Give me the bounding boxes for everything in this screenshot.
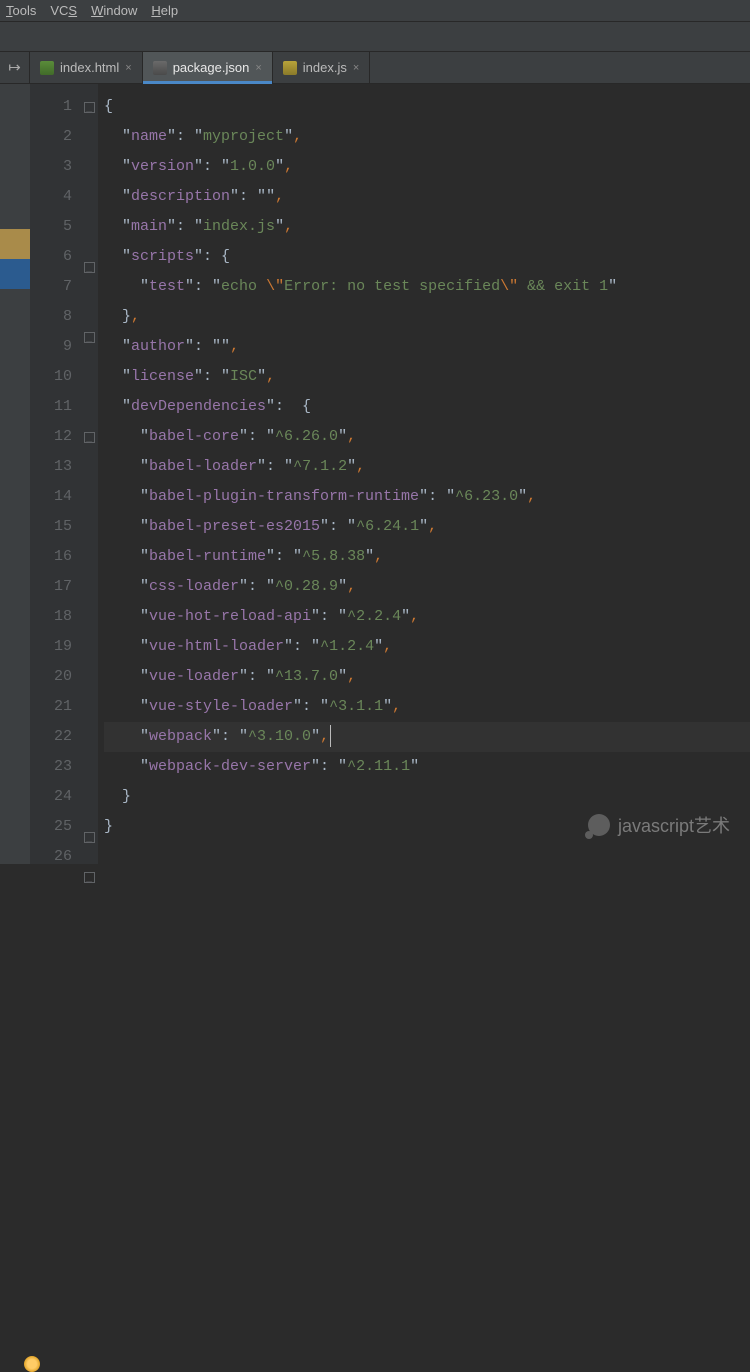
wechat-icon	[588, 814, 610, 836]
tab-index-js[interactable]: index.js ×	[273, 52, 371, 83]
code-line: "babel-core": "^6.26.0",	[104, 422, 750, 452]
code-line: "devDependencies": {	[104, 392, 750, 422]
tab-package-json[interactable]: package.json ×	[143, 52, 273, 83]
code-line: "vue-hot-reload-api": "^2.2.4",	[104, 602, 750, 632]
watermark-text: javascript艺术	[618, 812, 730, 838]
line-number: 11	[30, 392, 72, 422]
line-number: 24	[30, 782, 72, 812]
fold-toggle-icon[interactable]	[84, 332, 95, 343]
line-number: 6	[30, 242, 72, 272]
code-line: {	[104, 92, 750, 122]
line-number: 26	[30, 842, 72, 872]
line-number: 15	[30, 512, 72, 542]
code-line: "test": "echo \"Error: no test specified…	[104, 272, 750, 302]
code-line: "description": "",	[104, 182, 750, 212]
close-icon[interactable]: ×	[125, 62, 131, 74]
code-line: "version": "1.0.0",	[104, 152, 750, 182]
fold-toggle-icon[interactable]	[84, 102, 95, 113]
line-number: 12	[30, 422, 72, 452]
tab-index-html[interactable]: index.html ×	[30, 52, 143, 83]
line-number: 8	[30, 302, 72, 332]
code-line: "babel-preset-es2015": "^6.24.1",	[104, 512, 750, 542]
fold-toggle-icon[interactable]	[84, 872, 95, 883]
line-number: 3	[30, 152, 72, 182]
editor: 1234567891011121314151617181920212223242…	[0, 84, 750, 864]
code-line: "scripts": {	[104, 242, 750, 272]
close-icon[interactable]: ×	[353, 62, 359, 74]
line-number: 18	[30, 602, 72, 632]
fold-gutter	[80, 84, 98, 864]
json-file-icon	[153, 61, 167, 75]
back-icon: ↦	[8, 58, 21, 77]
line-number: 19	[30, 632, 72, 662]
line-number: 7	[30, 272, 72, 302]
tab-label: package.json	[173, 60, 250, 75]
marker-gutter	[0, 84, 30, 864]
menu-help[interactable]: Help	[151, 3, 178, 18]
selection-marker	[0, 259, 30, 289]
code-line: "vue-loader": "^13.7.0",	[104, 662, 750, 692]
menu-bar: Tools VCS Window Help	[0, 0, 750, 22]
line-number-gutter: 1234567891011121314151617181920212223242…	[30, 84, 80, 864]
code-line: "webpack": "^3.10.0",	[104, 722, 750, 752]
html-file-icon	[40, 61, 54, 75]
line-number: 4	[30, 182, 72, 212]
menu-tools[interactable]: Tools	[6, 3, 36, 18]
code-line: "author": "",	[104, 332, 750, 362]
code-line: "main": "index.js",	[104, 212, 750, 242]
line-number: 10	[30, 362, 72, 392]
code-line: }	[104, 782, 750, 812]
line-number: 21	[30, 692, 72, 722]
line-number: 1	[30, 92, 72, 122]
code-line: "vue-style-loader": "^3.1.1",	[104, 692, 750, 722]
change-marker	[0, 229, 30, 259]
menu-window[interactable]: Window	[91, 3, 137, 18]
line-number: 2	[30, 122, 72, 152]
tab-label: index.js	[303, 60, 347, 75]
line-number: 20	[30, 662, 72, 692]
editor-tabs: ↦ index.html × package.json × index.js ×	[0, 52, 750, 84]
fold-toggle-icon[interactable]	[84, 432, 95, 443]
code-line: "webpack-dev-server": "^2.11.1"	[104, 752, 750, 782]
code-line	[104, 842, 750, 872]
line-number: 16	[30, 542, 72, 572]
code-line: "vue-html-loader": "^1.2.4",	[104, 632, 750, 662]
tab-label: index.html	[60, 60, 119, 75]
code-line: },	[104, 302, 750, 332]
code-line: "babel-loader": "^7.1.2",	[104, 452, 750, 482]
fold-toggle-icon[interactable]	[84, 832, 95, 843]
code-line: "license": "ISC",	[104, 362, 750, 392]
watermark: javascript艺术	[588, 812, 730, 838]
menu-vcs[interactable]: VCS	[50, 3, 77, 18]
line-number: 22	[30, 722, 72, 752]
back-button[interactable]: ↦	[0, 52, 30, 83]
text-caret	[330, 725, 331, 747]
line-number: 13	[30, 452, 72, 482]
code-line: "name": "myproject",	[104, 122, 750, 152]
line-number: 14	[30, 482, 72, 512]
intention-bulb-icon[interactable]	[24, 1356, 40, 1372]
code-line: "babel-plugin-transform-runtime": "^6.23…	[104, 482, 750, 512]
line-number: 9	[30, 332, 72, 362]
code-line: "css-loader": "^0.28.9",	[104, 572, 750, 602]
code-area[interactable]: { "name": "myproject", "version": "1.0.0…	[98, 84, 750, 864]
line-number: 5	[30, 212, 72, 242]
close-icon[interactable]: ×	[255, 62, 261, 74]
fold-toggle-icon[interactable]	[84, 262, 95, 273]
code-line: "babel-runtime": "^5.8.38",	[104, 542, 750, 572]
line-number: 17	[30, 572, 72, 602]
line-number: 25	[30, 812, 72, 842]
line-number: 23	[30, 752, 72, 782]
breadcrumb-bar	[0, 22, 750, 52]
js-file-icon	[283, 61, 297, 75]
